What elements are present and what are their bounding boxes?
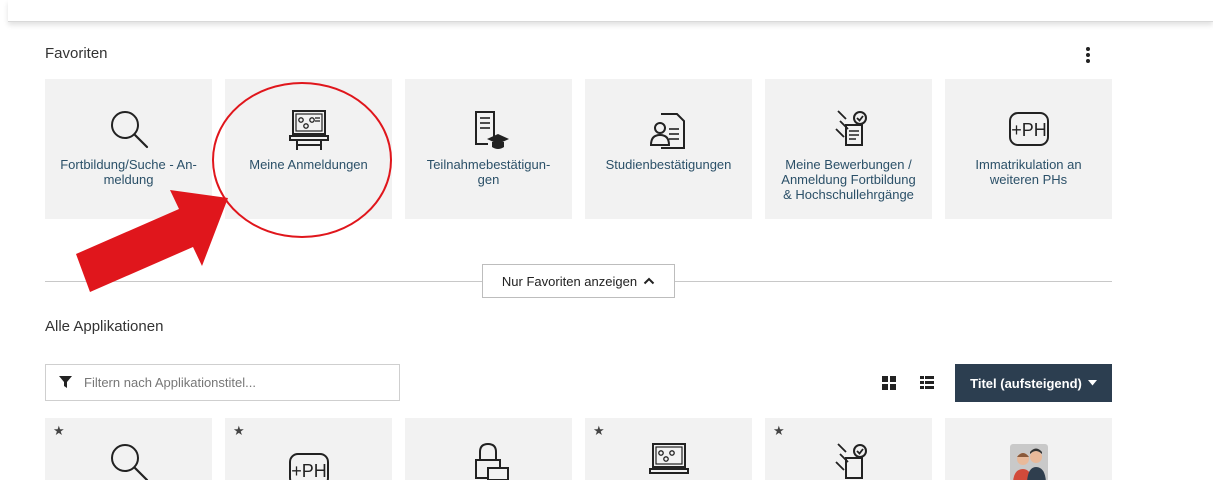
app-tile-immatrikulation[interactable]: ★ +PH (225, 418, 392, 480)
sort-label: Titel (aufsteigend) (970, 375, 1082, 391)
star-icon[interactable]: ★ (233, 424, 245, 437)
favorite-tile-meine-bewerbungen[interactable]: Meine Bewerbungen / Anmeldung Fortbildun… (765, 79, 932, 219)
filter-field[interactable] (45, 364, 400, 401)
hand-document-check-icon (834, 110, 867, 146)
tile-label: Meine Bewerbungen / Anmeldung Fortbildun… (781, 157, 916, 202)
star-icon[interactable]: ★ (773, 424, 785, 437)
magnifier-icon (110, 444, 148, 480)
app-tile-passwort[interactable] (405, 418, 572, 480)
filter-input[interactable] (84, 375, 374, 390)
svg-text:+PH: +PH (291, 461, 327, 480)
toggle-label: Nur Favoriten anzeigen (501, 273, 638, 289)
list-view-icon[interactable] (920, 376, 934, 390)
tile-label: Teilnahmebestätigun- gen (426, 157, 551, 187)
lock-password-icon (474, 442, 509, 480)
tile-label: Meine Anmeldungen (249, 157, 368, 172)
people-avatar-icon (1009, 444, 1048, 480)
presentation-board-icon (648, 443, 689, 474)
divider-right (675, 281, 1112, 282)
caret-down-icon (1087, 380, 1097, 386)
favorite-tile-fortbildung-suche[interactable]: Fortbildung/Suche - An- meldung (45, 79, 212, 219)
favorites-heading: Favoriten (45, 45, 108, 62)
favorite-tile-teilnahmebestaetigungen[interactable]: Teilnahmebestätigun- gen (405, 79, 572, 219)
divider-left (45, 281, 482, 282)
favorite-tile-meine-anmeldungen[interactable]: Meine Anmeldungen (225, 79, 392, 219)
star-icon[interactable]: ★ (593, 424, 605, 437)
plus-ph-icon: +PH (288, 453, 329, 480)
favorite-tile-immatrikulation[interactable]: +PH Immatrikulation an weiteren PHs (945, 79, 1112, 219)
filter-icon (59, 376, 72, 388)
app-tile-meine-bewerbungen[interactable]: ★ (765, 418, 932, 480)
chevron-up-icon (643, 277, 655, 285)
magnifier-icon (110, 111, 148, 149)
svg-text:+PH: +PH (1011, 120, 1047, 140)
app-tile-meine-anmeldungen[interactable]: ★ (585, 418, 752, 480)
all-apps-heading: Alle Applikationen (45, 318, 164, 335)
tile-label: Immatrikulation an weiteren PHs (975, 157, 1082, 187)
presentation-board-icon (288, 110, 329, 150)
grid-view-icon[interactable] (882, 376, 896, 390)
star-icon[interactable]: ★ (53, 424, 65, 437)
app-tile-fortbildung-suche[interactable]: ★ (45, 418, 212, 480)
plus-ph-icon: +PH (1008, 112, 1049, 146)
more-options-icon[interactable] (1082, 44, 1094, 66)
show-favorites-only-button[interactable]: Nur Favoriten anzeigen (482, 264, 675, 298)
tile-label: Studienbestätigungen (605, 157, 732, 172)
top-bar (8, 0, 1213, 22)
favorite-tile-studienbestaetigungen[interactable]: Studienbestätigungen (585, 79, 752, 219)
hand-document-check-icon (834, 443, 867, 479)
sort-dropdown-button[interactable]: Titel (aufsteigend) (955, 364, 1112, 402)
document-graduation-icon (474, 111, 509, 149)
app-tile-people[interactable] (945, 418, 1112, 480)
tile-label: Fortbildung/Suche - An- meldung (60, 157, 197, 187)
certificate-user-icon (649, 113, 685, 149)
